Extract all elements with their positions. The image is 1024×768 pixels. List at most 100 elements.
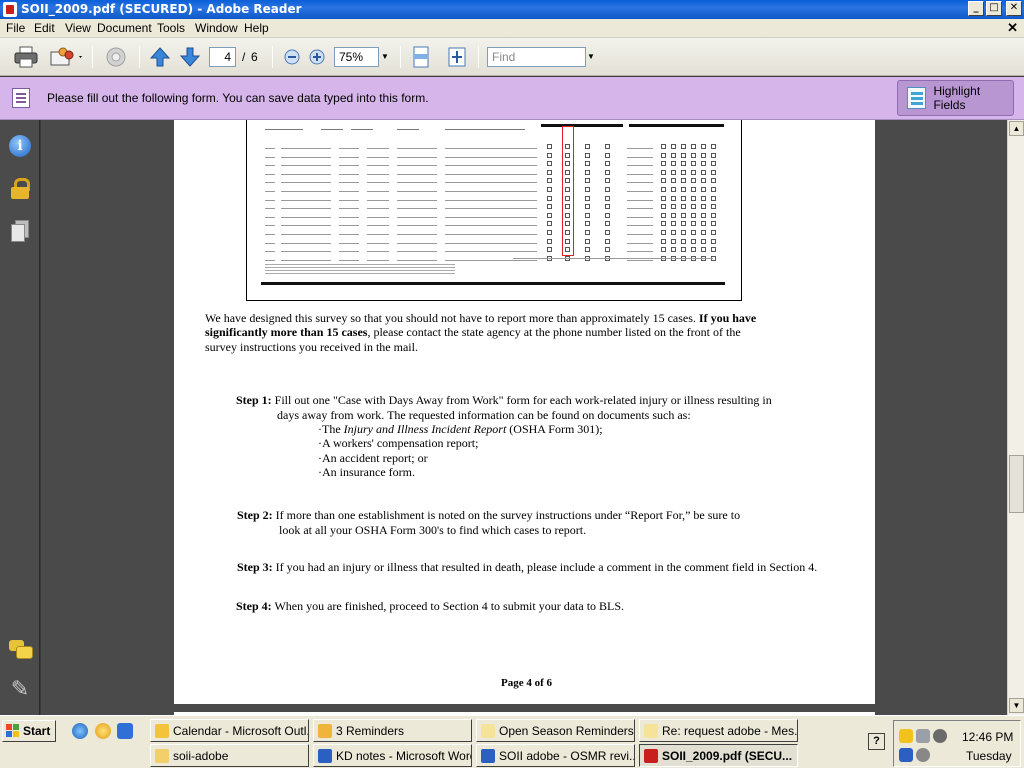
form-image-row-line [367,165,389,167]
form-image-row-line [445,156,537,158]
document-view[interactable]: We have designed this survey so that you… [41,120,1007,715]
task-reminders[interactable]: 3 Reminders [313,719,472,742]
comment-tool-button[interactable] [101,46,131,68]
start-button[interactable]: Start [2,720,56,742]
form-image-row-line [265,165,275,167]
form-image-row-line [339,225,359,227]
form-image-row-line [397,242,437,244]
form-image-row-line [281,182,331,184]
form-image-row-line [265,225,275,227]
form-image-row-line [397,182,437,184]
form-image-checkbox [681,238,686,244]
form-image-checkbox [547,204,552,210]
zoom-out-button[interactable] [283,46,301,68]
form-image-row-line [339,234,359,235]
tray-app-icon[interactable] [916,748,930,762]
email-collaborate-button[interactable] [48,46,84,68]
form-image-row-line [281,191,331,192]
menu-tools[interactable]: Tools [157,21,185,35]
next-page-button[interactable] [178,46,202,68]
form-image-checkbox [671,238,676,244]
form-image-checkbox [701,212,706,218]
task-open-season[interactable]: Open Season Reminders... [476,719,635,742]
form-image-row-line [445,191,537,192]
zoom-level-input[interactable]: 75% [334,47,379,67]
form-image-checkbox [547,221,552,227]
fit-window-button[interactable] [446,46,468,68]
vertical-scrollbar[interactable]: ▲ ▼ [1007,120,1024,715]
form-image-row-line [339,165,359,167]
folder-icon [155,748,169,763]
quicklaunch-app-icon[interactable] [117,723,133,739]
task-soii-pdf-active[interactable]: SOII_2009.pdf (SECU... [639,744,798,767]
tray-outlook-icon[interactable] [899,729,913,743]
outlook-icon[interactable] [95,723,111,739]
task-kd-notes-word[interactable]: KD notes - Microsoft Word [313,744,472,767]
document-properties-icon[interactable]: i [9,135,31,157]
scroll-down-arrow-icon[interactable]: ▼ [1009,698,1024,713]
scroll-up-arrow-icon[interactable]: ▲ [1009,121,1024,136]
maximize-button[interactable]: □ [986,1,1002,16]
form-image-row-line [627,259,653,261]
page-number-input[interactable]: 4 [209,47,236,67]
form-image-row-line [265,182,275,184]
previous-page-button[interactable] [148,46,172,68]
form-image-row-line [627,165,653,167]
task-calendar[interactable]: Calendar - Microsoft Outl... [150,719,309,742]
form-image-checkbox [547,230,552,235]
form-image-row-line [627,251,653,253]
form-image [246,120,742,301]
form-image-row-line [281,259,331,261]
form-image-checkbox [585,144,590,149]
menu-view[interactable]: View [65,21,91,35]
tray-speaker-icon[interactable] [933,729,947,743]
menu-document[interactable]: Document [97,21,152,35]
zoom-in-button[interactable] [308,46,326,68]
page-footer: Page 4 of 6 [501,677,553,689]
printer-icon [14,46,38,68]
task-request-adobe[interactable]: Re: request adobe - Mes... [639,719,798,742]
find-input[interactable]: Find [487,47,586,67]
form-image-row-line [281,251,331,253]
form-image-checkbox [711,238,716,244]
menu-window[interactable]: Window [195,21,238,35]
print-button[interactable] [12,46,40,68]
scroll-thumb[interactable] [1009,455,1024,513]
envelope-icon [644,723,658,738]
step-4-line: Step 4: When you are finished, proceed t… [236,599,625,613]
help-button[interactable]: ? [868,733,885,750]
form-image-checkbox [691,238,696,244]
highlight-fields-button[interactable]: Highlight Fields [897,80,1014,116]
form-image-checkbox [701,178,706,184]
form-image-checkbox [661,212,666,218]
tray-shield-icon[interactable] [899,748,913,762]
comments-icon[interactable] [9,638,33,660]
form-image-row-line [265,216,275,218]
menu-edit[interactable]: Edit [34,21,55,35]
form-image-row-line [367,242,389,244]
tray-network-icon[interactable] [916,729,930,743]
form-image-checkbox [585,161,590,167]
minimize-button[interactable]: _ [968,1,984,16]
windows-flag-icon [6,724,20,738]
find-dropdown-icon[interactable]: ▼ [584,47,598,67]
form-image-row-line [627,148,653,149]
security-lock-icon[interactable] [9,177,31,199]
close-button[interactable]: ✕ [1006,1,1022,16]
attachments-paperclip-icon[interactable]: ✎ [9,679,31,701]
fit-width-button[interactable] [410,46,432,68]
form-image-row-line [397,191,437,192]
task-soii-adobe-osmr[interactable]: SOII adobe - OSMR revi... [476,744,635,767]
document-close-icon[interactable]: ✕ [1007,20,1018,36]
menu-help[interactable]: Help [244,21,269,35]
form-image-checkbox [691,169,696,175]
form-image-checkbox [671,212,676,218]
pages-icon[interactable] [9,219,31,242]
internet-explorer-icon[interactable] [72,723,88,739]
form-image-row-line [367,148,389,149]
zoom-dropdown-icon[interactable]: ▼ [378,47,392,67]
highlight-fields-icon [907,87,927,109]
form-image-checkbox [547,178,552,184]
task-soii-adobe-folder[interactable]: soii-adobe [150,744,309,767]
menu-file[interactable]: File [6,21,25,35]
